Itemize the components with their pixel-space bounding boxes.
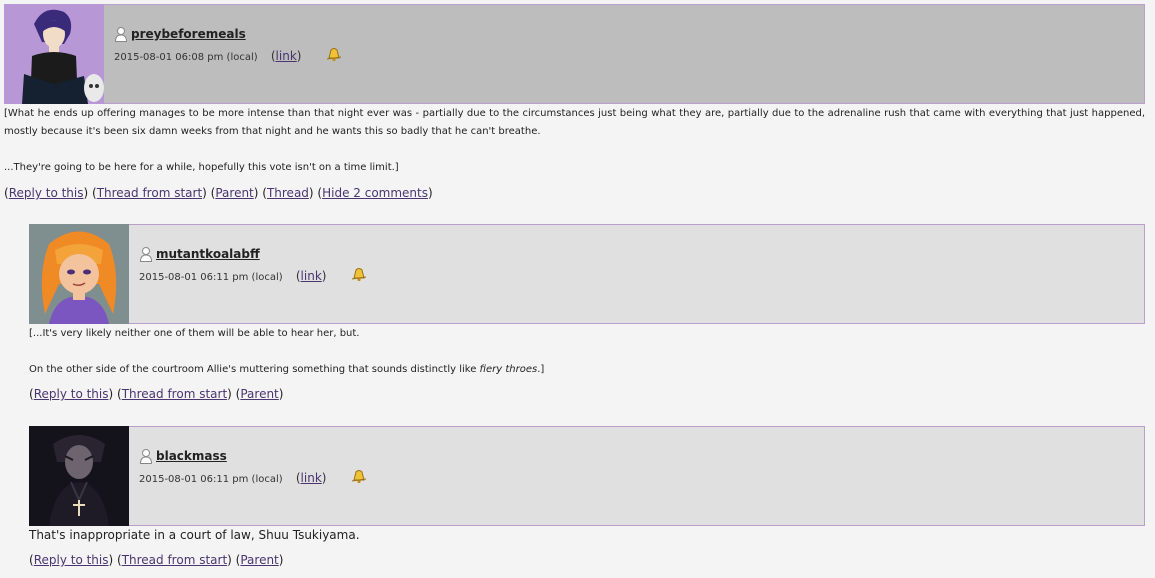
parent-link[interactable]: Parent xyxy=(215,186,253,200)
reply-link[interactable]: Reply to this xyxy=(34,553,109,567)
memory-bell-icon[interactable] xyxy=(326,46,342,62)
comment-body: [...It's very likely neither one of them… xyxy=(29,325,1145,379)
datetime-text: 2015-08-01 06:11 pm (local) xyxy=(139,272,283,283)
thread-from-start-link[interactable]: Thread from start xyxy=(122,553,227,567)
user-icon xyxy=(139,448,153,464)
comment-actions: (Reply to this) (Thread from start) (Par… xyxy=(29,553,284,567)
avatar[interactable] xyxy=(29,426,129,526)
hide-comments-link[interactable]: Hide 2 comments xyxy=(322,186,428,200)
permalink[interactable]: link xyxy=(276,49,297,63)
parent-link[interactable]: Parent xyxy=(240,387,278,401)
username-link[interactable]: preybeforemeals xyxy=(131,27,246,41)
parent-link[interactable]: Parent xyxy=(240,553,278,567)
poster: blackmass xyxy=(139,448,227,464)
avatar[interactable] xyxy=(29,224,129,324)
thread-from-start-link[interactable]: Thread from start xyxy=(97,186,202,200)
poster: mutantkoalabff xyxy=(139,246,260,262)
comment-actions: (Reply to this) (Thread from start) (Par… xyxy=(4,186,433,200)
username-link[interactable]: mutantkoalabff xyxy=(156,247,260,261)
user-icon xyxy=(139,246,153,262)
permalink-wrap: (link) xyxy=(270,49,302,63)
thread-link[interactable]: Thread xyxy=(267,186,309,200)
body-paragraph: ...They're going to be here for a while,… xyxy=(4,162,399,173)
body-paragraph: That's inappropriate in a court of law, … xyxy=(29,528,360,542)
body-italic-phrase: fiery throes xyxy=(479,364,538,375)
comment-body: [What he ends up offering manages to be … xyxy=(4,105,1145,177)
user-icon xyxy=(114,26,128,42)
body-paragraph: [...It's very likely neither one of them… xyxy=(29,328,360,339)
memory-bell-icon[interactable] xyxy=(351,266,367,282)
comment-body: That's inappropriate in a court of law, … xyxy=(29,526,1145,544)
thread-from-start-link[interactable]: Thread from start xyxy=(122,387,227,401)
reply-link[interactable]: Reply to this xyxy=(34,387,109,401)
permalink-wrap: (link) xyxy=(295,471,327,485)
comment-datetime: 2015-08-01 06:08 pm (local) (link) xyxy=(114,49,301,63)
datetime-text: 2015-08-01 06:08 pm (local) xyxy=(114,52,258,63)
reply-link[interactable]: Reply to this xyxy=(9,186,84,200)
poster: preybeforemeals xyxy=(114,26,246,42)
memory-bell-icon[interactable] xyxy=(351,468,367,484)
body-paragraph: [What he ends up offering manages to be … xyxy=(4,108,1145,137)
avatar[interactable] xyxy=(4,4,104,104)
datetime-text: 2015-08-01 06:11 pm (local) xyxy=(139,474,283,485)
comment-datetime: 2015-08-01 06:11 pm (local) (link) xyxy=(139,471,326,485)
comment-datetime: 2015-08-01 06:11 pm (local) (link) xyxy=(139,269,326,283)
body-text-prefix: On the other side of the courtroom Allie… xyxy=(29,364,480,375)
body-paragraph: On the other side of the courtroom Allie… xyxy=(29,361,1145,379)
permalink[interactable]: link xyxy=(301,269,322,283)
permalink-wrap: (link) xyxy=(295,269,327,283)
username-link[interactable]: blackmass xyxy=(156,449,227,463)
body-text-suffix: .] xyxy=(537,364,545,375)
comment-actions: (Reply to this) (Thread from start) (Par… xyxy=(29,387,284,401)
permalink[interactable]: link xyxy=(301,471,322,485)
